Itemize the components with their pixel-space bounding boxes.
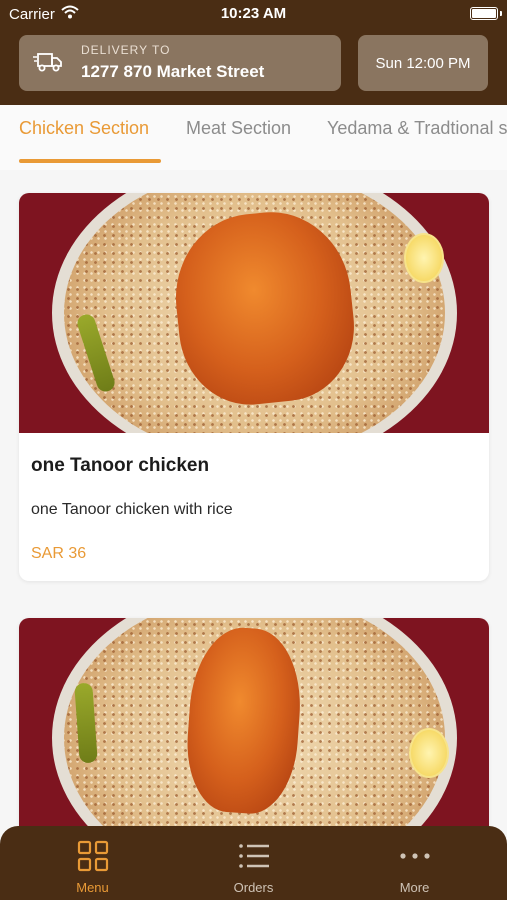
- app-header: Carrier 10:23 AM DELIVERY TO 1277 870 Ma…: [0, 0, 507, 105]
- list-icon: [238, 840, 270, 872]
- menu-item-card[interactable]: [19, 618, 489, 848]
- status-bar: Carrier 10:23 AM: [0, 0, 507, 28]
- nav-more-label: More: [399, 880, 430, 895]
- menu-item-image: [19, 193, 489, 433]
- nav-orders-label: Orders: [233, 880, 274, 895]
- delivery-address: 1277 870 Market Street: [81, 62, 265, 81]
- nav-menu[interactable]: Menu: [8, 826, 177, 900]
- category-tabs: Chicken Section Meat Section Yedama & Tr…: [0, 105, 507, 170]
- menu-item-title: one Tanoor chicken: [31, 455, 210, 476]
- status-time: 10:23 AM: [220, 5, 287, 22]
- battery-icon: [470, 7, 502, 20]
- delivery-label: DELIVERY TO: [81, 43, 171, 57]
- nav-more[interactable]: More: [330, 826, 499, 900]
- tab-yedama-traditional[interactable]: Yedama & Tradtional s: [327, 118, 507, 139]
- bottom-tab-bar: Menu Orders More: [0, 826, 507, 900]
- tab-meat-section[interactable]: Meat Section: [186, 118, 291, 139]
- grid-icon: [77, 840, 109, 872]
- menu-item-description: one Tanoor chicken with rice: [31, 501, 233, 518]
- nav-orders[interactable]: Orders: [169, 826, 338, 900]
- more-dots-icon: [399, 840, 431, 872]
- menu-item-card[interactable]: one Tanoor chicken one Tanoor chicken wi…: [19, 193, 489, 581]
- menu-item-price: SAR 36: [31, 545, 87, 562]
- schedule-time-label: Sun 12:00 PM: [375, 54, 471, 72]
- schedule-time-button[interactable]: Sun 12:00 PM: [358, 35, 488, 91]
- nav-menu-label: Menu: [76, 880, 109, 895]
- active-tab-indicator: [19, 159, 161, 163]
- delivery-address-button[interactable]: DELIVERY TO 1277 870 Market Street: [19, 35, 341, 91]
- delivery-truck-icon: [33, 51, 63, 80]
- tab-chicken-section[interactable]: Chicken Section: [19, 118, 149, 139]
- menu-item-image: [19, 618, 489, 848]
